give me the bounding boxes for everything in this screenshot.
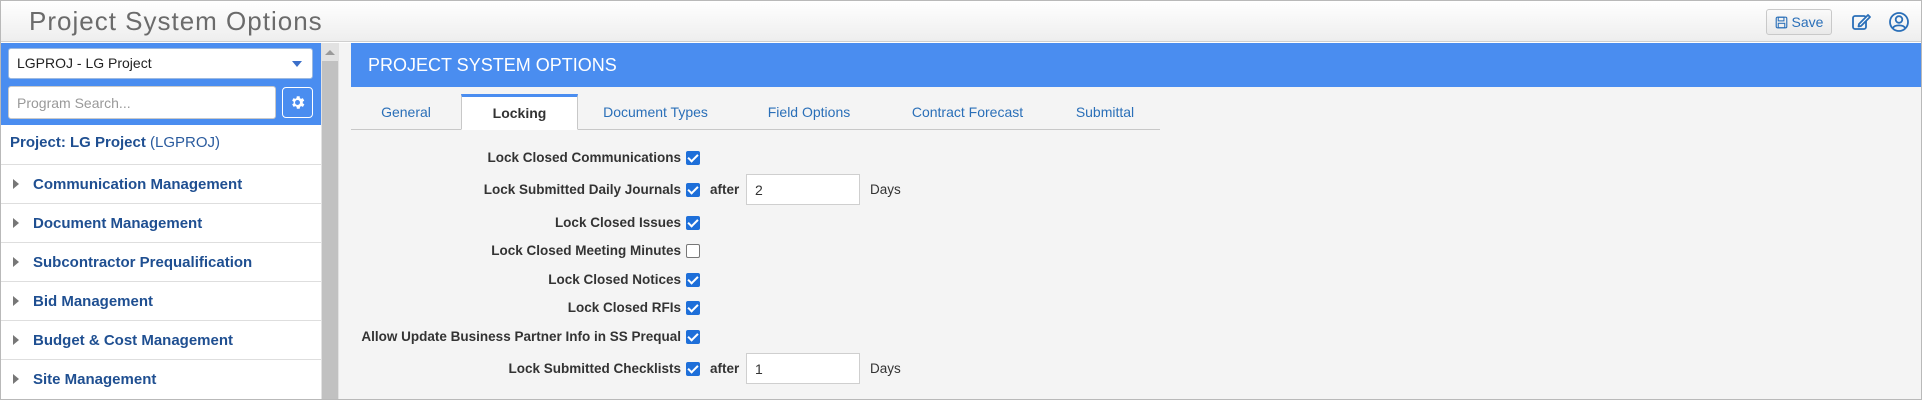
project-label-name: Project: LG Project: [10, 134, 146, 151]
project-select-value: LGPROJ - LG Project: [17, 55, 152, 71]
sidebar-item-label: Document Management: [33, 215, 203, 232]
sidebar: LGPROJ - LG Project Project: LG Project …: [1, 43, 321, 399]
option-label: Lock Closed Meeting Minutes: [491, 243, 681, 258]
tab-general[interactable]: General: [351, 94, 461, 129]
option-label: Lock Closed RFIs: [567, 300, 681, 315]
caret-down-icon: [292, 61, 302, 67]
tab-field-options[interactable]: Field Options: [733, 94, 885, 129]
sidebar-item-label: Communication Management: [33, 176, 243, 193]
current-project-label: Project: LG Project (LGPROJ): [10, 134, 220, 151]
sidebar-scrollbar[interactable]: [321, 43, 339, 399]
program-search-input[interactable]: [8, 86, 276, 119]
sidebar-item-document-management[interactable]: Document Management: [1, 203, 321, 242]
caret-right-icon: [13, 257, 19, 267]
sidebar-item-label: Budget & Cost Management: [33, 332, 234, 349]
option-label: Allow Update Business Partner Info in SS…: [361, 329, 681, 344]
daily-journals-days-input[interactable]: [746, 174, 860, 205]
sidebar-item-label: Subcontractor Prequalification: [33, 254, 253, 271]
tab-bar: General Locking Document Types Field Opt…: [351, 94, 1160, 130]
sidebar-item-bid-management[interactable]: Bid Management: [1, 281, 321, 320]
option-label: Lock Closed Notices: [548, 272, 681, 287]
days-unit-label: Days: [870, 361, 901, 376]
section-header: PROJECT SYSTEM OPTIONS: [351, 43, 1921, 87]
lock-submitted-daily-journals-checkbox[interactable]: [686, 183, 700, 197]
page-title: Project System Options: [29, 6, 323, 36]
tab-document-types[interactable]: Document Types: [578, 94, 733, 129]
days-unit-label: Days: [870, 182, 901, 197]
lock-closed-rfis-checkbox[interactable]: [686, 301, 700, 315]
caret-right-icon: [13, 296, 19, 306]
sidebar-item-communication-management[interactable]: Communication Management: [1, 164, 321, 203]
allow-update-business-partner-checkbox[interactable]: [686, 330, 700, 344]
after-label: after: [710, 361, 740, 376]
tab-contract-forecast[interactable]: Contract Forecast: [885, 94, 1050, 129]
sidebar-item-label: Bid Management: [33, 293, 154, 310]
sidebar-item-subcontractor-prequalification[interactable]: Subcontractor Prequalification: [1, 242, 321, 281]
scrollbar-thumb[interactable]: [322, 61, 338, 399]
caret-right-icon: [13, 179, 19, 189]
option-label: Lock Closed Issues: [554, 215, 681, 230]
edit-icon[interactable]: [1850, 11, 1872, 33]
project-label-code: (LGPROJ): [150, 134, 221, 151]
after-label: after: [710, 182, 740, 197]
lock-closed-communications-checkbox[interactable]: [686, 151, 700, 165]
save-button[interactable]: Save: [1766, 9, 1832, 35]
lock-closed-meeting-minutes-checkbox[interactable]: [686, 244, 700, 258]
gear-icon: [292, 96, 305, 109]
sidebar-item-site-management[interactable]: Site Management: [1, 359, 321, 398]
sidebar-item-budget-cost-management[interactable]: Budget & Cost Management: [1, 320, 321, 359]
tab-submittal[interactable]: Submittal: [1050, 94, 1160, 129]
option-label: Lock Closed Communications: [487, 150, 681, 165]
sidebar-item-label: Site Management: [33, 371, 157, 388]
sidebar-top-panel: LGPROJ - LG Project: [1, 43, 321, 125]
caret-right-icon: [13, 374, 19, 384]
nav-list: Communication Management Document Manage…: [1, 164, 321, 398]
lock-submitted-checklists-checkbox[interactable]: [686, 362, 700, 376]
tab-locking[interactable]: Locking: [461, 94, 578, 130]
settings-button[interactable]: [282, 87, 313, 118]
lock-closed-issues-checkbox[interactable]: [686, 216, 700, 230]
floppy-disk-icon: [1775, 16, 1787, 28]
lock-closed-notices-checkbox[interactable]: [686, 273, 700, 287]
caret-right-icon: [13, 335, 19, 345]
caret-right-icon: [13, 218, 19, 228]
option-label: Lock Submitted Checklists: [508, 361, 681, 376]
option-label: Lock Submitted Daily Journals: [483, 182, 681, 197]
scroll-up-arrow-icon[interactable]: [325, 50, 335, 55]
app-window: Project System Options Save LGPROJ - LG …: [0, 0, 1922, 400]
project-select[interactable]: LGPROJ - LG Project: [8, 48, 313, 79]
user-profile-icon[interactable]: [1888, 11, 1910, 33]
title-bar: Project System Options Save: [1, 1, 1921, 42]
save-button-label: Save: [1791, 14, 1824, 30]
main-content: PROJECT SYSTEM OPTIONS General Locking D…: [339, 43, 1921, 399]
checklists-days-input[interactable]: [746, 353, 860, 384]
